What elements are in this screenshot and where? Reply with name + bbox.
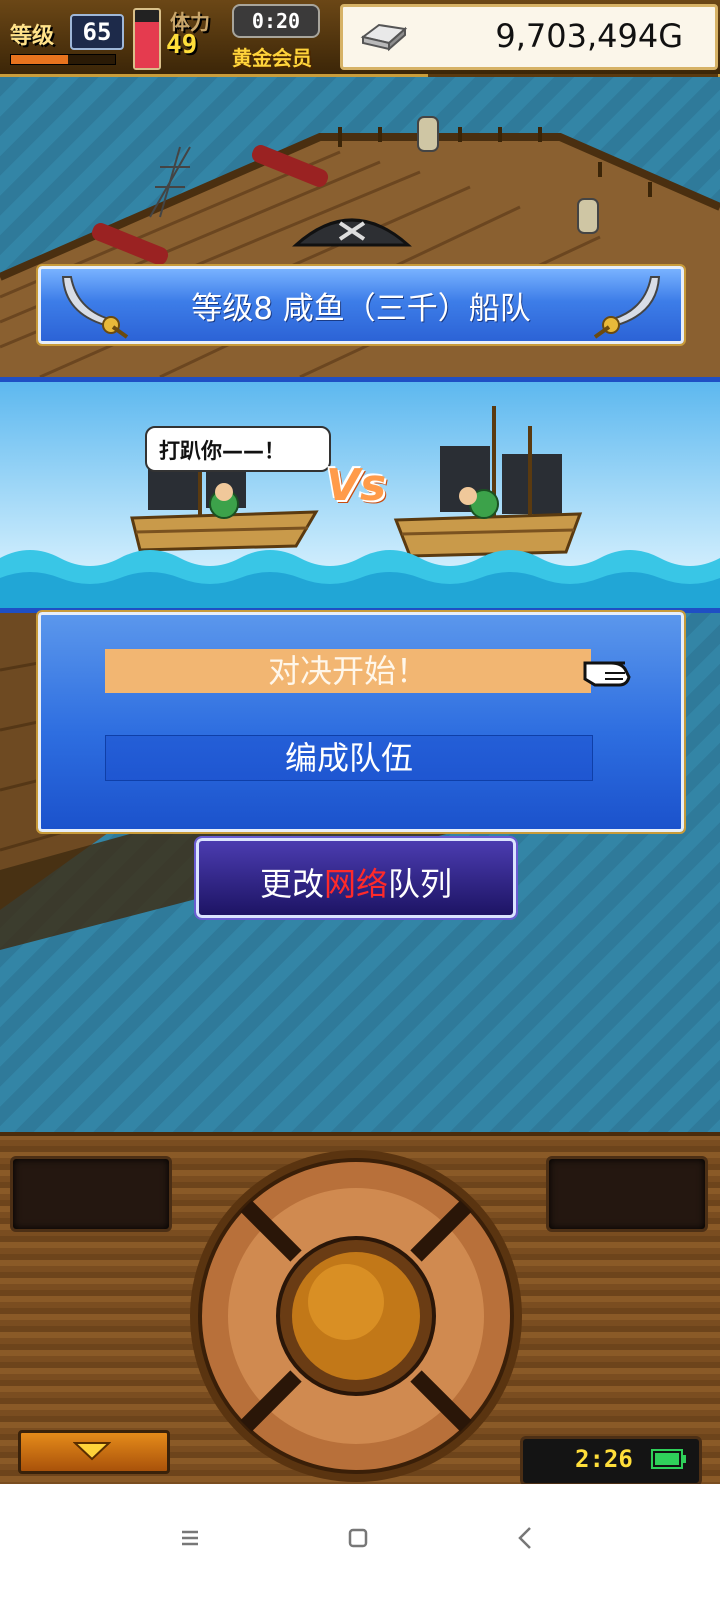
- arrow-down-icon: [73, 1442, 111, 1461]
- network-label-highlight: 网络: [323, 865, 388, 903]
- back-icon[interactable]: [506, 1518, 546, 1558]
- system-nav-bar: [0, 1484, 720, 1600]
- clock-display: 2:26: [520, 1436, 702, 1486]
- clock-time: 2:26: [575, 1445, 633, 1473]
- stamina-gauge: [133, 8, 161, 70]
- home-icon[interactable]: [338, 1518, 378, 1558]
- form-team-button[interactable]: 编成队伍: [105, 735, 593, 781]
- controller-panel: 2:26: [0, 1132, 720, 1488]
- fleet-title: 等级8 咸鱼（三千）船队: [191, 291, 531, 327]
- level-value: 65: [70, 14, 124, 50]
- membership-badge: 黄金会员: [232, 46, 312, 70]
- left-action-button[interactable]: [10, 1156, 172, 1232]
- network-label-suffix: 队列: [388, 865, 453, 903]
- network-label-prefix: 更改: [259, 865, 324, 903]
- gold-value: 9,703,494G: [495, 17, 683, 55]
- battle-preview: 打趴你——！ Vs: [0, 377, 720, 613]
- change-network-queue-label: 更改网络队列: [199, 859, 513, 905]
- directional-pad[interactable]: [186, 1146, 526, 1486]
- battery-icon: [651, 1449, 686, 1469]
- fleet-banner: 等级8 咸鱼（三千）船队: [36, 264, 686, 346]
- change-network-queue-button[interactable]: 更改网络队列: [194, 836, 518, 920]
- stamina-timer: 0:20: [232, 4, 320, 38]
- level-indicator: 等级 65: [4, 6, 124, 66]
- gold-display: 9,703,494G: [340, 4, 718, 70]
- stamina-gauge-fill: [135, 21, 159, 68]
- right-action-button[interactable]: [546, 1156, 708, 1232]
- vs-label: Vs: [326, 460, 387, 511]
- sword-icon: [593, 276, 661, 339]
- status-hud: 等级 65 体力 49 0:20 黄金会员 9,703,494G: [0, 0, 720, 77]
- battle-menu: 对决开始！ 编成队伍: [36, 610, 686, 834]
- pointing-hand-icon: [583, 661, 631, 687]
- menu-icon[interactable]: [170, 1518, 210, 1558]
- speech-text: 打趴你——！: [159, 439, 285, 463]
- level-progress-bar: [10, 54, 116, 65]
- silver-bar-icon: [360, 23, 408, 52]
- stamina-value: 49: [166, 30, 198, 60]
- speech-bubble: 打趴你——！: [145, 426, 331, 472]
- start-duel-button[interactable]: 对决开始！: [105, 649, 591, 693]
- level-label: 等级: [10, 24, 55, 49]
- waves: [0, 550, 720, 608]
- level-progress-fill: [11, 55, 69, 64]
- menu-toggle-button[interactable]: [18, 1430, 170, 1474]
